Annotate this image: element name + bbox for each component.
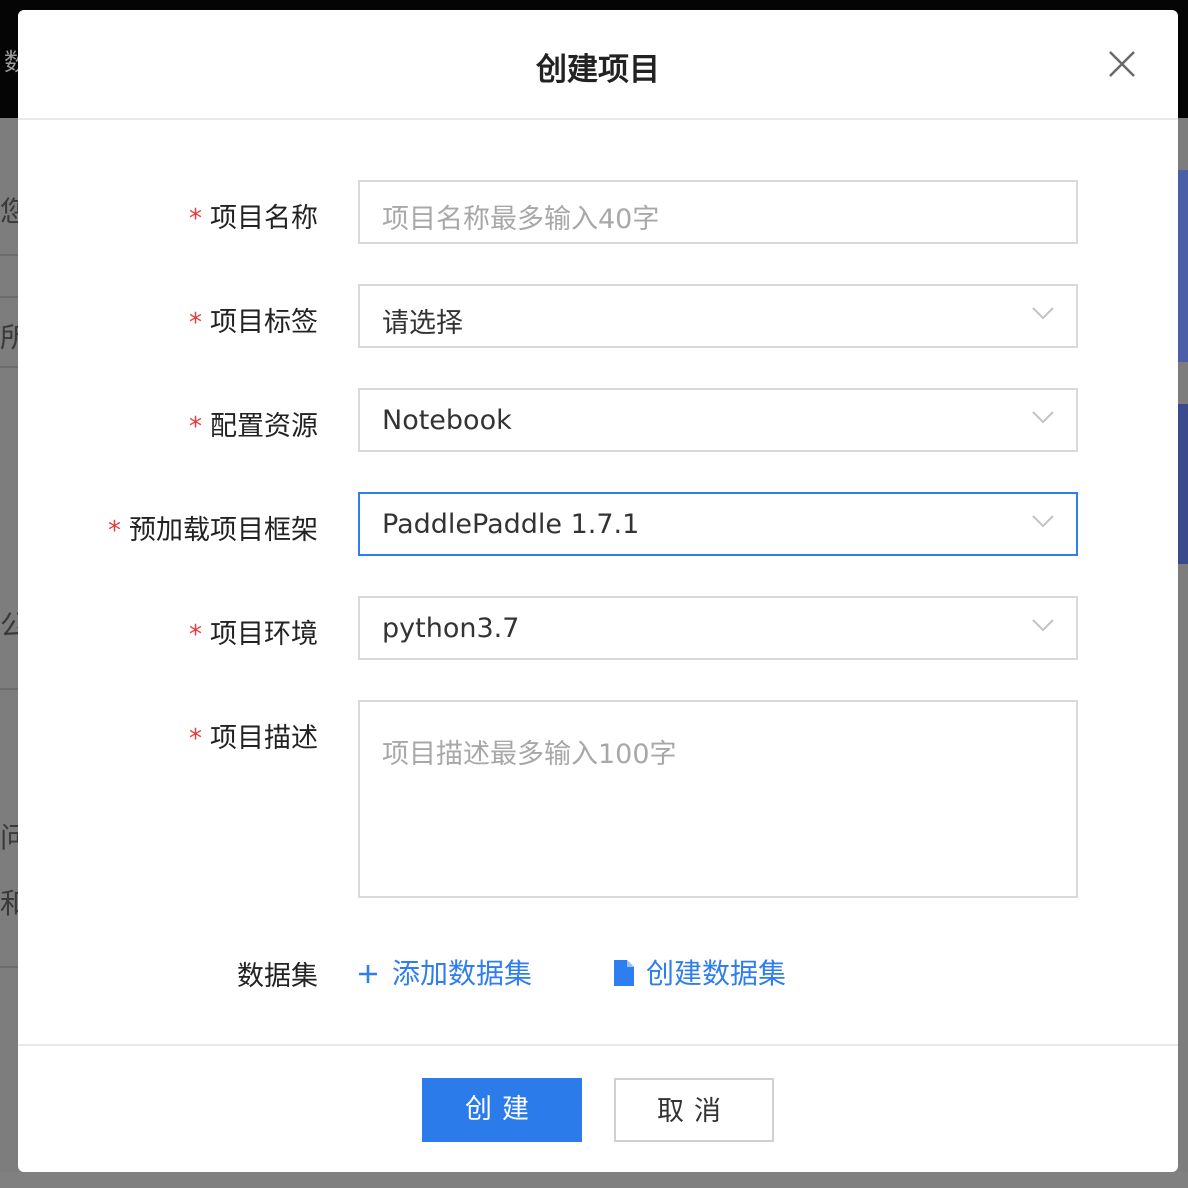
background-divider [0, 254, 18, 256]
description-placeholder: 项目描述最多输入100字 [382, 739, 677, 770]
project-name-placeholder: 项目名称最多输入40字 [382, 204, 660, 235]
background-divider [0, 366, 18, 368]
close-button[interactable] [1104, 46, 1140, 82]
project-name-label: * 项目名称 [189, 196, 318, 235]
close-icon [1109, 51, 1135, 77]
resource-select[interactable]: Notebook [358, 388, 1078, 452]
resource-label-text: 配置资源 [210, 411, 318, 442]
background-divider [0, 296, 18, 298]
description-label: * 项目描述 [189, 716, 318, 755]
create-dataset-label: 创建数据集 [646, 957, 787, 990]
required-mark: * [189, 308, 202, 338]
create-project-dialog: 创建项目 * 项目名称 项目名称最多输入40字 * 项目标签 请选择 * 配置资… [18, 10, 1178, 1172]
dialog-header: 创建项目 [18, 10, 1178, 120]
chevron-down-icon [1032, 515, 1054, 528]
framework-label: * 预加载项目框架 [108, 508, 318, 547]
project-tags-label: * 项目标签 [189, 300, 318, 339]
background-bottom-strip [0, 1172, 1188, 1188]
required-mark: * [189, 724, 202, 754]
background-divider [0, 688, 18, 690]
dialog-footer: 创建 取消 [18, 1044, 1178, 1172]
create-button[interactable]: 创建 [422, 1078, 582, 1142]
resource-label: * 配置资源 [189, 404, 318, 443]
project-tags-value: 请选择 [382, 308, 463, 339]
environment-select[interactable]: python3.7 [358, 596, 1078, 660]
dialog-title: 创建项目 [536, 52, 660, 88]
document-icon [614, 960, 634, 986]
environment-label-text: 项目环境 [210, 619, 318, 650]
environment-value: python3.7 [382, 613, 520, 644]
required-mark: * [189, 620, 202, 650]
chevron-down-icon [1032, 411, 1054, 424]
chevron-down-icon [1032, 619, 1054, 632]
background-panel-edge [1178, 404, 1188, 564]
chevron-down-icon [1032, 307, 1054, 320]
required-mark: * [189, 204, 202, 234]
resource-value: Notebook [382, 405, 512, 436]
framework-select[interactable]: PaddlePaddle 1.7.1 [358, 492, 1078, 556]
project-tags-label-text: 项目标签 [210, 307, 318, 338]
plus-icon [359, 965, 377, 983]
background-panel-edge [1178, 170, 1188, 362]
create-dataset-link[interactable]: 创建数据集 [614, 952, 786, 992]
required-mark: * [108, 516, 121, 546]
description-textarea[interactable]: 项目描述最多输入100字 [358, 700, 1078, 898]
project-tags-select[interactable]: 请选择 [358, 284, 1078, 348]
framework-value: PaddlePaddle 1.7.1 [382, 509, 640, 540]
description-label-text: 项目描述 [210, 723, 318, 754]
background-divider [0, 966, 18, 968]
dataset-label: 数据集 [237, 961, 318, 992]
environment-label: * 项目环境 [189, 612, 318, 651]
project-name-label-text: 项目名称 [210, 203, 318, 234]
project-name-input[interactable]: 项目名称最多输入40字 [358, 180, 1078, 244]
framework-label-text: 预加载项目框架 [129, 515, 318, 546]
add-dataset-link[interactable]: 添加数据集 [358, 952, 532, 992]
required-mark: * [189, 412, 202, 442]
cancel-button[interactable]: 取消 [614, 1078, 774, 1142]
add-dataset-label: 添加数据集 [392, 957, 533, 990]
